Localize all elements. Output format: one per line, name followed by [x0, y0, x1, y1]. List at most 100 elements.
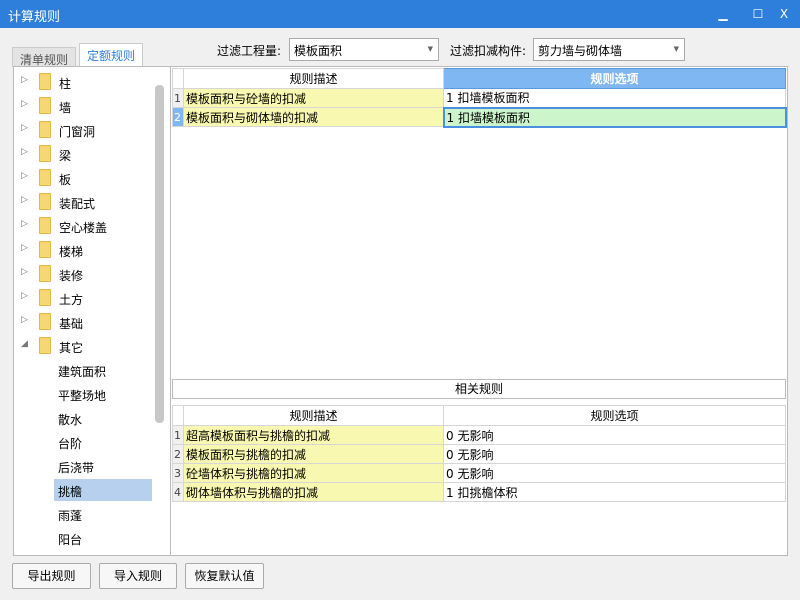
- rule-option[interactable]: 0 无影响: [443, 444, 786, 464]
- corner-cell: [172, 405, 184, 426]
- header-description[interactable]: 规则描述: [183, 68, 444, 89]
- tree-leaf-item[interactable]: 平整场地: [14, 383, 154, 405]
- table-row[interactable]: 2 模板面积与挑檐的扣减 0 无影响: [172, 444, 786, 464]
- expand-arrow-icon[interactable]: ▷: [21, 315, 28, 325]
- tree-leaf-item[interactable]: 挑檐: [54, 479, 152, 501]
- rule-option[interactable]: 1 扣挑檐体积: [443, 482, 786, 502]
- tree-folder-item[interactable]: ▷ 土方: [14, 287, 154, 309]
- rule-option[interactable]: 0 无影响: [443, 425, 786, 445]
- filter-quantity-label: 过滤工程量:: [217, 44, 282, 58]
- tree-item-label: 散水: [58, 413, 83, 427]
- tree-scrollbar[interactable]: [155, 85, 164, 423]
- expand-arrow-icon[interactable]: ▷: [21, 123, 28, 133]
- tree-folder-item[interactable]: ▷ 门窗洞: [14, 119, 154, 141]
- row-number: 2: [172, 444, 184, 464]
- window-title: 计算规则: [8, 10, 61, 25]
- folder-icon: [39, 193, 51, 210]
- folder-icon: [39, 97, 51, 114]
- expanded-arrow-icon[interactable]: ◢: [21, 339, 28, 349]
- table-row[interactable]: 1 模板面积与砼墙的扣减 1 扣墙模板面积: [172, 88, 786, 108]
- tree-folder-item[interactable]: ▷ 墙: [14, 95, 154, 117]
- tree-item-label: 建筑面积: [58, 365, 107, 379]
- corner-cell: [172, 68, 184, 89]
- folder-icon: [39, 73, 51, 90]
- rules-pane: 规则描述 规则选项 1 模板面积与砼墙的扣减 1 扣墙模板面积 2 模板面积与砌体墙的扣…: [170, 66, 788, 556]
- folder-icon: [39, 121, 51, 138]
- filter-quantity-select[interactable]: 模板面积 ▼: [289, 38, 439, 61]
- tree-item-label: 后浇带: [58, 461, 95, 475]
- row-number: 2: [172, 107, 184, 127]
- folder-icon: [39, 241, 51, 258]
- tree-folder-item[interactable]: ▷ 基础: [14, 311, 154, 333]
- tree-leaf-item[interactable]: 建筑面积: [14, 359, 154, 381]
- header-description: 规则描述: [183, 405, 444, 426]
- tree-leaf-item[interactable]: 阳台: [14, 527, 154, 549]
- folder-icon: [39, 217, 51, 234]
- tree-folder-item[interactable]: ▷ 装配式: [14, 191, 154, 213]
- tree-leaf-item[interactable]: 后浇带: [14, 455, 154, 477]
- filter-component-select[interactable]: 剪力墙与砌体墙 ▼: [533, 38, 685, 61]
- expand-arrow-icon[interactable]: ▷: [21, 147, 28, 157]
- export-rules-button[interactable]: 导出规则: [12, 563, 91, 589]
- title-bar: 计算规则 ▁ ☐ X: [0, 0, 800, 28]
- tree-item-label: 平整场地: [58, 389, 107, 403]
- expand-arrow-icon[interactable]: ▷: [21, 219, 28, 229]
- tree-folder-item[interactable]: ▷ 空心楼盖: [14, 215, 154, 237]
- tab-quota-rules[interactable]: 定额规则: [79, 43, 144, 67]
- restore-defaults-button[interactable]: 恢复默认值: [185, 563, 264, 589]
- table-row[interactable]: 1 超高模板面积与挑檐的扣减 0 无影响: [172, 425, 786, 445]
- expand-arrow-icon[interactable]: ▷: [21, 195, 28, 205]
- chevron-down-icon: ▼: [427, 45, 433, 53]
- related-rules-header: 相关规则: [172, 379, 786, 399]
- tree-leaf-item[interactable]: 台阶: [14, 431, 154, 453]
- rule-description: 砌体墙体积与挑檐的扣减: [183, 482, 444, 502]
- table-row[interactable]: 3 砼墙体积与挑檐的扣减 0 无影响: [172, 463, 786, 483]
- tree-item-label: 空心楼盖: [59, 221, 108, 235]
- row-number: 4: [172, 482, 184, 502]
- expand-arrow-icon[interactable]: ▷: [21, 99, 28, 109]
- tree-item-label: 板: [59, 173, 72, 187]
- folder-icon: [39, 265, 51, 282]
- table-row[interactable]: 4 砌体墙体积与挑檐的扣减 1 扣挑檐体积: [172, 482, 786, 502]
- tree-item-label: 柱: [59, 77, 72, 91]
- tree-item-label: 楼梯: [59, 245, 84, 259]
- rule-option[interactable]: 0 无影响: [443, 463, 786, 483]
- expand-arrow-icon[interactable]: ▷: [21, 171, 28, 181]
- tree-leaf-item[interactable]: 雨蓬: [14, 503, 154, 525]
- tree-leaf-item[interactable]: 散水: [14, 407, 154, 429]
- rule-description: 模板面积与砌体墙的扣减: [183, 107, 444, 127]
- expand-arrow-icon[interactable]: ▷: [21, 267, 28, 277]
- tree-item-label: 门窗洞: [59, 125, 96, 139]
- tree-folder-item[interactable]: ◢ 其它: [14, 335, 154, 357]
- maximize-button[interactable]: ☐: [749, 5, 767, 23]
- row-number: 3: [172, 463, 184, 483]
- tree-item-label: 挑檐: [58, 485, 83, 499]
- rule-option[interactable]: 1 扣墙模板面积: [443, 88, 786, 108]
- rule-description: 模板面积与砼墙的扣减: [183, 88, 444, 108]
- rule-option[interactable]: 1 扣墙模板面积: [442, 106, 787, 128]
- folder-icon: [39, 145, 51, 162]
- tree-folder-item[interactable]: ▷ 梁: [14, 143, 154, 165]
- minimize-button[interactable]: ▁: [714, 5, 732, 23]
- expand-arrow-icon[interactable]: ▷: [21, 243, 28, 253]
- tree-folder-item[interactable]: ▷ 楼梯: [14, 239, 154, 261]
- rule-description: 模板面积与挑檐的扣减: [183, 444, 444, 464]
- tree-folder-item[interactable]: ▷ 板: [14, 167, 154, 189]
- tree-item-label: 基础: [59, 317, 84, 331]
- header-option[interactable]: 规则选项: [443, 68, 786, 89]
- tab-bill-rules[interactable]: 清单规则: [12, 47, 77, 67]
- tree-folder-item[interactable]: ▷ 柱: [14, 71, 154, 93]
- tree-folder-item[interactable]: ▷ 装修: [14, 263, 154, 285]
- expand-arrow-icon[interactable]: ▷: [21, 75, 28, 85]
- chevron-down-icon: ▼: [673, 45, 679, 53]
- expand-arrow-icon[interactable]: ▷: [21, 291, 28, 301]
- table-row[interactable]: 2 模板面积与砌体墙的扣减 1 扣墙模板面积: [172, 106, 787, 128]
- folder-icon: [39, 169, 51, 186]
- close-button[interactable]: X: [775, 5, 793, 23]
- row-number: 1: [172, 425, 184, 445]
- import-rules-button[interactable]: 导入规则: [99, 563, 177, 589]
- tree-item-label: 装修: [59, 269, 84, 283]
- tree-item-label: 装配式: [59, 197, 96, 211]
- component-tree[interactable]: ▷ 柱 ▷ 墙 ▷ 门窗洞 ▷ 梁 ▷ 板 ▷ 装配式 ▷ 空心楼盖 ▷ 楼梯 ▷ 装修 ▷ 土方 ▷ 基础 ◢ 其它 建筑面积…: [13, 66, 171, 556]
- tree-item-label: 阳台: [58, 533, 83, 547]
